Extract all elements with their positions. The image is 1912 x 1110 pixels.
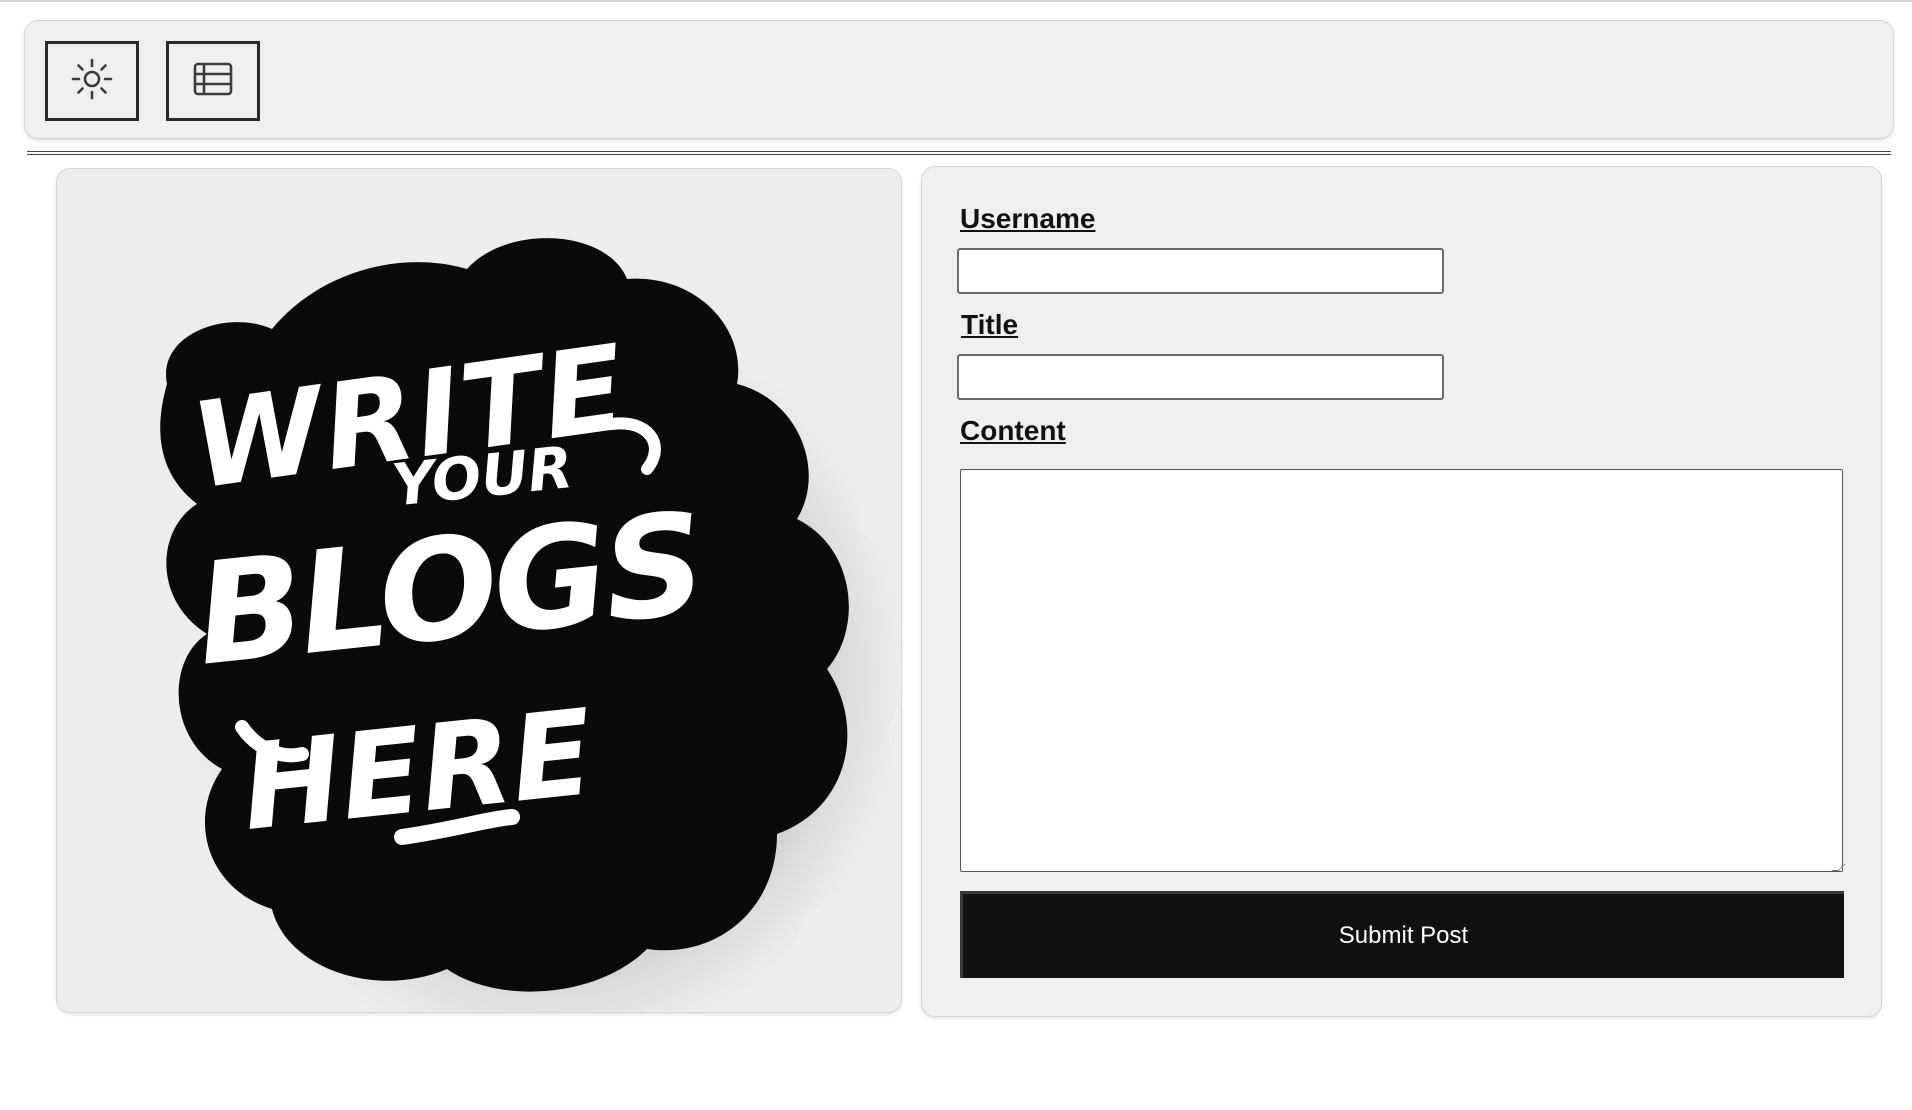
posts-list-button[interactable] bbox=[166, 41, 260, 121]
hero-image-card: WRITE YOUR BLOGS HERE bbox=[56, 168, 902, 1013]
sun-icon bbox=[70, 57, 114, 106]
theme-toggle-button[interactable] bbox=[45, 41, 139, 121]
title-label: Title bbox=[961, 309, 1019, 340]
section-divider bbox=[27, 151, 1891, 155]
post-form: Username Title Content Submit Post bbox=[921, 166, 1882, 1017]
write-your-blogs-here-sticker: WRITE YOUR BLOGS HERE bbox=[160, 238, 901, 1012]
username-label: Username bbox=[960, 203, 1096, 234]
list-icon bbox=[191, 60, 235, 103]
submit-post-button[interactable]: Submit Post bbox=[960, 891, 1844, 978]
username-input[interactable] bbox=[957, 248, 1444, 294]
content-textarea[interactable] bbox=[960, 469, 1843, 872]
toolbar bbox=[24, 20, 1894, 139]
top-border bbox=[0, 0, 1912, 2]
title-input[interactable] bbox=[957, 354, 1444, 400]
content-label: Content bbox=[960, 415, 1066, 446]
